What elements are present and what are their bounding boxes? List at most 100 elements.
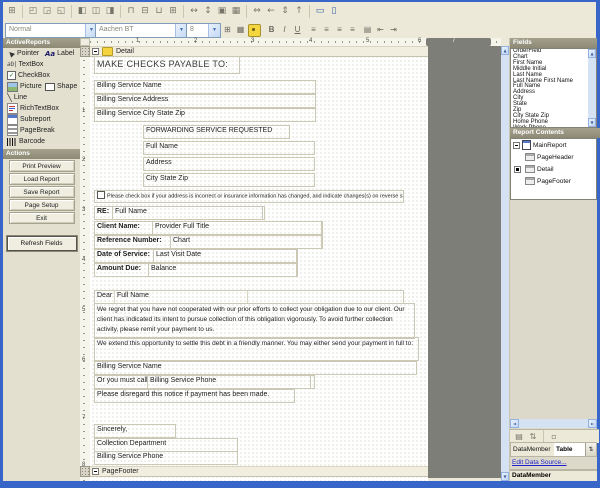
detail-band-handle[interactable] [80,46,90,57]
scroll-down-icon[interactable]: ▼ [501,472,509,481]
size-to-grid-icon[interactable]: ▦ [230,5,243,18]
report-paragraph[interactable]: We extend this opportunity to settle thi… [94,337,419,361]
report-textbox[interactable]: Address [143,157,315,171]
center-vertically-icon[interactable]: ▯ [328,5,341,18]
decrease-vertical-spacing-icon[interactable]: ↑ [293,5,306,18]
make-same-width-icon[interactable]: ↔ [188,5,201,18]
center-horizontally-icon[interactable]: ▭ [314,5,327,18]
tool-richtextbox[interactable]: RichTextBox [7,103,59,114]
report-field-row[interactable]: RE: Full Name [94,206,265,220]
align-to-grid-icon[interactable]: ⊞ [167,5,180,18]
report-textbox[interactable]: Please disregard this notice if payment … [94,389,295,403]
action-button[interactable]: Exit [9,212,75,224]
tool-pagebreak[interactable]: PageBreak [7,125,55,136]
align-left-icon[interactable]: ≡ [307,23,320,36]
decrease-indent-icon[interactable]: ⇤ [374,23,387,36]
report-textbox[interactable]: Billing Service Name [94,80,316,94]
bring-to-front-icon[interactable]: ◰ [27,5,40,18]
report-textbox[interactable]: Provider Full Title [152,221,322,235]
report-textbox[interactable]: Billing Service Phone [94,451,238,465]
tool-barcode[interactable]: Barcode [7,138,45,146]
increase-indent-icon[interactable]: ⇥ [387,23,400,36]
checkbox-icon[interactable] [97,191,105,199]
report-textbox[interactable]: Collection Department [94,438,238,452]
property-row-datamember[interactable]: DataMember Table ⇅ [510,442,597,457]
align-middles-icon[interactable]: ⊟ [139,5,152,18]
design-vertical-scrollbar[interactable]: ▲ ▼ [501,46,509,481]
report-textbox[interactable]: Full Name [112,206,263,220]
report-textbox[interactable]: Full Name [114,290,248,304]
align-justify-icon[interactable]: ≡ [346,23,359,36]
report-textbox[interactable]: Billing Service Phone [147,375,311,389]
action-button[interactable]: Print Preview [9,160,75,172]
collapse-icon[interactable] [92,468,99,475]
align-tops-icon[interactable]: ⊓ [125,5,138,18]
align-rights-icon[interactable]: ◨ [104,5,117,18]
tree-node-mainreport[interactable]: MainReport [511,139,596,151]
align-lefts-icon[interactable]: ◧ [76,5,89,18]
tree-node-pagefooter[interactable]: PageFooter [511,175,596,187]
action-button[interactable]: Load Report [9,173,75,185]
report-field-row[interactable]: Amount Due: Balance [94,263,298,277]
move-forward-icon[interactable]: ◱ [55,5,68,18]
chevron-down-icon[interactable]: ▼ [208,24,220,37]
report-textbox[interactable]: Balance [148,263,297,277]
property-value[interactable]: Table [554,443,586,456]
tool-pointer[interactable]: ▶Pointer [7,50,43,58]
tool-textbox[interactable]: ab|TextBox [7,61,43,68]
report-textbox[interactable]: Sincerely, [94,424,176,438]
pagefooter-band-handle[interactable] [80,466,90,477]
tool-checkbox[interactable]: ✓CheckBox [7,71,50,80]
edit-data-source-link[interactable]: Edit Data Source... [512,459,567,466]
tool-subreport[interactable]: Subreport [7,114,51,125]
bullets-icon[interactable]: ▤ [361,23,374,36]
font-size-dropdown[interactable]: 8 ▼ [186,23,221,38]
vertical-spacing-icon[interactable]: ⇕ [279,5,292,18]
bold-button[interactable]: B [265,23,278,36]
report-textbox[interactable]: Chart [170,235,322,249]
tree-node-pageheader[interactable]: PageHeader [511,151,596,163]
make-same-size-icon[interactable]: ▣ [216,5,229,18]
report-paragraph[interactable]: We regret that you have not cooperated w… [94,303,415,339]
align-centers-icon[interactable]: ◫ [90,5,103,18]
report-textbox[interactable]: Billing Service Name [94,361,417,375]
collapse-icon[interactable] [513,142,520,149]
report-textbox[interactable]: Billing Service Address [94,94,316,108]
horizontal-spacing-icon[interactable]: ⇔ [251,5,264,18]
scroll-left-icon[interactable]: ◄ [510,419,519,428]
report-textbox[interactable]: Full Name [143,141,315,155]
tool-line[interactable]: ╲Line [7,93,27,102]
refresh-fields-button[interactable]: Refresh Fields [7,236,77,251]
updown-icon[interactable]: ⇅ [585,443,596,456]
report-textbox[interactable]: City State Zip [143,173,315,187]
scroll-down-icon[interactable]: ▼ [588,118,596,127]
report-field-row[interactable]: Client Name: Provider Full Title [94,221,323,235]
style-dropdown[interactable]: Normal ▼ [5,23,98,38]
action-button[interactable]: Page Setup [9,199,75,211]
pagefooter-band-header[interactable]: PageFooter [90,466,428,477]
fields-scrollbar[interactable]: ▲ ▼ [588,49,596,127]
action-button[interactable]: Save Report [9,186,75,198]
snap-to-grid-icon[interactable]: ⊞ [6,5,19,18]
grid-icon[interactable]: ⊞ [221,23,234,36]
tool-picture[interactable]: Picture [7,82,43,92]
align-center-icon[interactable]: ≡ [320,23,333,36]
lock-icon[interactable] [248,24,261,37]
send-to-back-icon[interactable]: ◲ [41,5,54,18]
tool-label-control[interactable]: AaLabel [45,50,74,58]
scroll-right-icon[interactable]: ► [588,419,597,428]
report-field-row[interactable]: Dear Full Name [94,290,404,304]
font-dropdown[interactable]: Aachen BT ▼ [95,23,188,38]
scroll-up-icon[interactable]: ▲ [501,46,509,55]
align-bottoms-icon[interactable]: ⊔ [153,5,166,18]
tool-shape[interactable]: Shape [45,83,77,91]
make-same-height-icon[interactable]: ↕ [202,5,215,18]
report-page[interactable]: Detail MAKE CHECKS PAYABLE TO: Billing S… [90,46,428,481]
report-textbox[interactable]: FORWARDING SERVICE REQUESTED [143,125,290,139]
report-field-row[interactable]: Reference Number: Chart [94,235,323,249]
underline-button[interactable]: U [291,23,304,36]
panel-horizontal-scrollbar[interactable]: ◄ ► [510,419,597,428]
report-field-row[interactable]: Date of Service: Last Visit Date [94,249,298,263]
report-textbox[interactable]: Last Visit Date [153,249,297,263]
report-textbox[interactable]: Billing Service City State Zip [94,108,316,122]
